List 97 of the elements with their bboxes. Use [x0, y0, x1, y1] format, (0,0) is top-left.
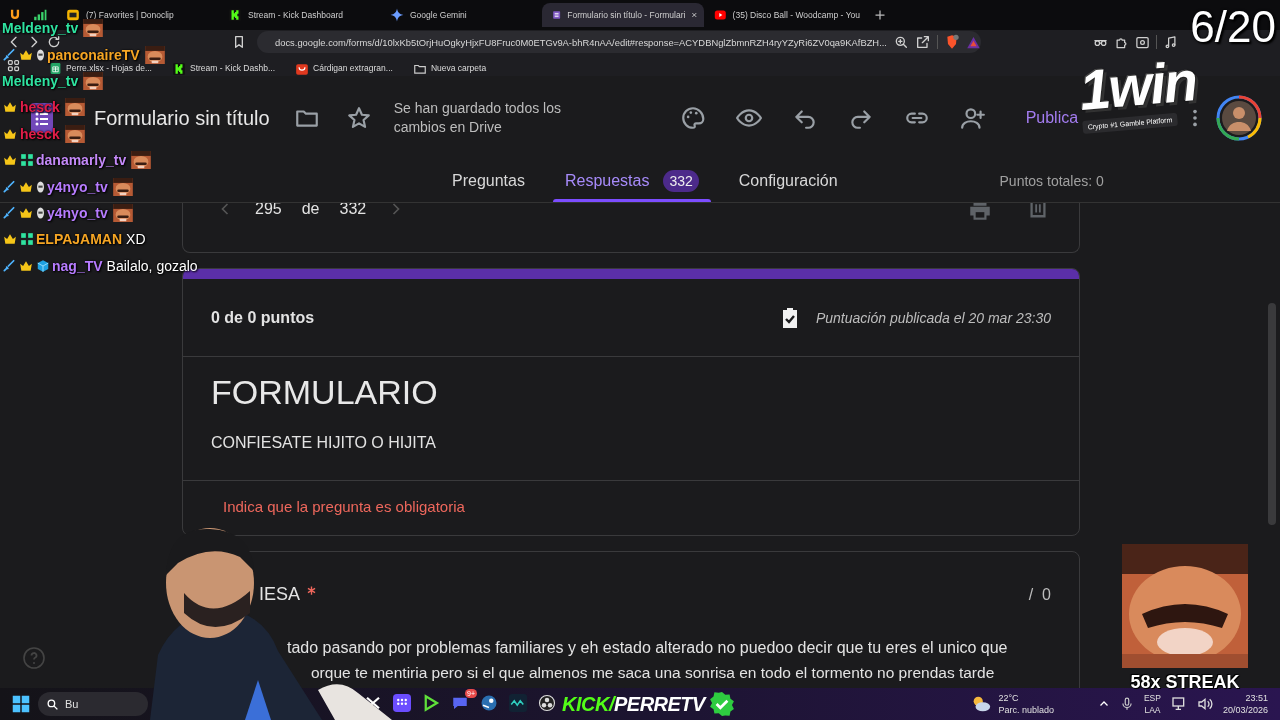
music-note-icon[interactable]	[1163, 34, 1178, 50]
chat-message: Bailalo, gozalo	[106, 257, 198, 274]
chat-username: ELPAJAMAN	[36, 231, 123, 248]
palette-icon[interactable]	[679, 105, 706, 131]
question-title: IESA	[259, 584, 301, 605]
microphone-icon[interactable]	[1119, 697, 1134, 711]
signal-icon	[32, 8, 48, 22]
chat-username: Meldeny_tv	[2, 20, 79, 37]
play-arrow-icon[interactable]	[422, 694, 440, 712]
form-title[interactable]: Formulario sin título	[94, 106, 270, 130]
search-field[interactable]: Bu	[38, 692, 148, 716]
helmet-icon	[36, 47, 45, 62]
browser-tab[interactable]: (35) Disco Ball - Woodcamp - You	[704, 3, 866, 27]
print-icon[interactable]	[967, 203, 993, 223]
streak-counter: 58x STREAK	[1130, 672, 1240, 693]
chat-username: danamarly_tv	[36, 152, 127, 169]
sword-icon	[2, 205, 16, 220]
avatar[interactable]	[1216, 95, 1263, 141]
wave-icon[interactable]	[509, 694, 527, 712]
score-text: 0 de 0 puntos	[211, 308, 315, 327]
clock-time[interactable]: 23:51	[1245, 692, 1268, 704]
crown-icon	[2, 232, 18, 247]
search-icon	[46, 697, 59, 711]
bookmark[interactable]: Stream - Kick Dashb...	[166, 64, 281, 73]
chat-message: XD	[126, 231, 146, 248]
chat-username: y4nyo_tv	[47, 204, 108, 221]
scissors-icon[interactable]	[364, 694, 382, 712]
brand-text: KICK/	[562, 692, 614, 716]
required-note: Indica que la pregunta es obligatoria	[222, 497, 466, 517]
chat-username: y4nyo_tv	[47, 178, 108, 195]
browser-tab[interactable]: Google Gemini	[380, 3, 542, 27]
form-tab[interactable]: Configuración	[738, 172, 838, 190]
screenshot-icon[interactable]	[1135, 34, 1150, 50]
question-points: / 0	[1028, 585, 1051, 604]
bookmark[interactable]: Cárdigan extragran...	[289, 64, 399, 73]
grid-icon	[20, 232, 34, 247]
browser-tab[interactable]: Formulario sin título - Formulari	[542, 3, 704, 27]
weather-text: Parc. nublado	[998, 704, 1054, 716]
spreadsheet-icon	[49, 62, 62, 75]
address-field[interactable]: docs.google.com/forms/d/10lxKb5tOrjHuOgkyHjxFU8Fruc0M0ETGv9A-bhR4nAA/edit#response=ACYDBNglZbmnRZH4ryYZyRi6ZV0qa9KAfBZH...	[257, 31, 981, 53]
browser-tab[interactable]: Stream - Kick Dashboard	[218, 3, 380, 27]
chat-username: hesck	[20, 125, 60, 142]
language-code[interactable]: ESP	[1143, 692, 1161, 704]
windows-icon[interactable]	[12, 695, 30, 713]
answer-text: orque te mentiria pero si el que almenos me saca una sonrisa en todo el tormento no prendas tarde	[311, 663, 996, 683]
save-status: Se han guardado todos los cambios en Drive	[393, 99, 562, 137]
clock-date[interactable]: 20/03/2026	[1222, 704, 1268, 716]
apps-icon[interactable]	[6, 58, 21, 73]
verified-icon	[708, 691, 735, 717]
helmet-icon	[36, 205, 45, 220]
triangle-icon[interactable]	[965, 34, 981, 50]
form-tab[interactable]: Respuestas	[564, 172, 650, 190]
new-tab-icon[interactable]	[874, 9, 886, 21]
play-icon	[714, 9, 727, 21]
chat-username: panconaireTV	[47, 46, 140, 63]
response-number: 295	[255, 203, 282, 218]
network-icon[interactable]	[1170, 696, 1187, 712]
magnet-icon	[8, 8, 22, 22]
helmet-icon	[36, 179, 45, 194]
shopping-bag-icon	[295, 61, 309, 76]
goal-counter: 6/20	[1190, 2, 1276, 52]
add-person-icon[interactable]	[959, 105, 986, 131]
count-badge: 332	[663, 170, 699, 192]
scrollbar-thumb[interactable]	[1268, 303, 1276, 525]
record-icon[interactable]	[538, 694, 556, 712]
sword-icon	[2, 179, 16, 194]
chat-username: nag_TV	[52, 257, 103, 274]
chat-username: Meldeny_tv	[2, 72, 79, 89]
steam-icon[interactable]	[480, 694, 498, 712]
keyboard-layout[interactable]: LAA	[1144, 704, 1161, 716]
bookmark[interactable]: Nueva carpeta	[406, 64, 493, 73]
form-list-icon	[552, 8, 562, 22]
sword-icon	[2, 258, 16, 273]
crown-icon	[2, 100, 18, 115]
cube-icon	[36, 258, 50, 273]
publish-button[interactable]: Publica	[1025, 103, 1079, 133]
share-icon[interactable]	[914, 34, 931, 50]
star-icon[interactable]	[345, 105, 372, 131]
pager-label: de	[301, 203, 320, 218]
bookmark[interactable]: Perre.xlsx - Hojas de...	[43, 64, 158, 73]
form-heading: FORMULARIO	[211, 373, 439, 412]
response-total: 332	[339, 203, 367, 218]
sparkle-icon	[390, 8, 404, 22]
speaker-icon[interactable]	[1196, 696, 1213, 712]
form-tab[interactable]: Preguntas	[452, 172, 525, 190]
close-icon[interactable]	[691, 10, 698, 20]
total-points: Puntos totales: 0	[999, 173, 1104, 189]
form-description: CONFIESATE HIJITO O HIJITA	[211, 434, 437, 452]
trash-icon[interactable]	[1027, 203, 1049, 219]
answer-text: tado pasando por problemas familiares y eh estado alterado no puedoo decir que tu eres el unico que	[287, 638, 1009, 658]
sword-icon	[2, 47, 16, 62]
grid-icon	[20, 153, 34, 168]
film-icon	[66, 8, 80, 22]
crown-icon	[2, 153, 18, 168]
temperature: 22°C	[998, 692, 1020, 704]
dot-grid-icon[interactable]	[393, 694, 411, 712]
published-note: Puntuación publicada el 20 mar 23:30	[815, 309, 1051, 326]
